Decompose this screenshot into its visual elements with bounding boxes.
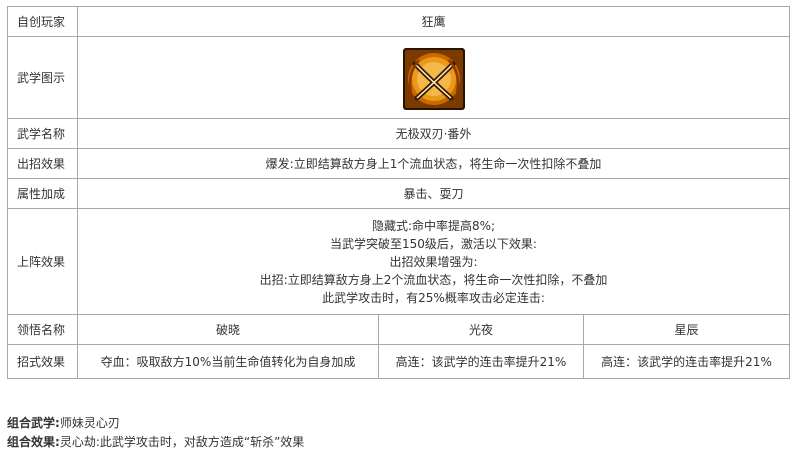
row-player: 自创玩家 狂鹰 — [7, 6, 791, 37]
combo-label: 组合武学: — [7, 416, 60, 430]
player-value: 狂鹰 — [76, 6, 791, 37]
effect-value: 爆发:立即结算敌方身上1个流血状态，将生命一次性扣除不叠加 — [76, 148, 791, 179]
move-effect-1: 夺血：吸取敌方10%当前生命值转化为自身加成 — [77, 344, 379, 379]
formation-line: 当武学突破至150级后，激活以下效果: — [330, 236, 537, 251]
effect-label: 出招效果 — [7, 148, 78, 179]
combo-line: 组合武学:师妹灵心刃 — [7, 414, 304, 433]
crossed-blades-icon — [402, 48, 465, 110]
formation-label: 上阵效果 — [7, 208, 78, 315]
move-effect-3: 高连：该武学的连击率提升21% — [582, 344, 791, 379]
name-label: 武学名称 — [7, 118, 78, 149]
formation-line: 此武学攻击时，有25%概率攻击必定连击: — [322, 290, 545, 305]
insight-name-3: 星辰 — [582, 314, 791, 345]
insight-name-2: 光夜 — [378, 314, 584, 345]
insight-label: 领悟名称 — [7, 314, 78, 345]
row-formation: 上阵效果 隐藏式:命中率提高8%; 当武学突破至150级后，激活以下效果: 出招… — [7, 208, 791, 315]
icon-label: 武学图示 — [7, 36, 78, 119]
insight-name-1: 破晓 — [77, 314, 379, 345]
combo-value: 师妹灵心刃 — [59, 416, 120, 430]
moves-label: 招式效果 — [7, 344, 78, 379]
formation-line: 隐藏式:命中率提高8%; — [371, 218, 496, 233]
combo-effect-label: 组合效果: — [7, 435, 60, 449]
formation-line: 出招效果增强为: — [389, 254, 478, 269]
player-label: 自创玩家 — [7, 6, 78, 37]
combo-effect-value: 灵心劫:此武学攻击时，对敌方造成“斩杀”效果 — [59, 435, 305, 449]
formation-value: 隐藏式:命中率提高8%; 当武学突破至150级后，激活以下效果: 出招效果增强为… — [76, 208, 791, 315]
attr-label: 属性加成 — [7, 178, 78, 209]
combo-footer: 组合武学:师妹灵心刃 组合效果:灵心劫:此武学攻击时，对敌方造成“斩杀”效果 — [7, 414, 304, 452]
row-attr: 属性加成 暴击、耍刀 — [7, 178, 791, 209]
attr-value: 暴击、耍刀 — [76, 178, 791, 209]
name-value: 无极双刃·番外 — [76, 118, 791, 149]
row-moves: 招式效果 夺血：吸取敌方10%当前生命值转化为自身加成 高连：该武学的连击率提升… — [7, 344, 791, 379]
weapon-info-table: 自创玩家 狂鹰 武学图示 武学名称 无极双刃·番外 出招效果 爆发:立即结算敌方… — [7, 6, 791, 379]
move-effect-2: 高连：该武学的连击率提升21% — [378, 344, 584, 379]
row-icon: 武学图示 — [7, 36, 791, 119]
skill-icon-cell — [76, 36, 791, 119]
row-name: 武学名称 无极双刃·番外 — [7, 118, 791, 149]
row-insight: 领悟名称 破晓 光夜 星辰 — [7, 314, 791, 345]
formation-line: 出招:立即结算敌方身上2个流血状态，将生命一次性扣除，不叠加 — [259, 272, 608, 287]
row-effect: 出招效果 爆发:立即结算敌方身上1个流血状态，将生命一次性扣除不叠加 — [7, 148, 791, 179]
combo-effect-line: 组合效果:灵心劫:此武学攻击时，对敌方造成“斩杀”效果 — [7, 433, 304, 452]
